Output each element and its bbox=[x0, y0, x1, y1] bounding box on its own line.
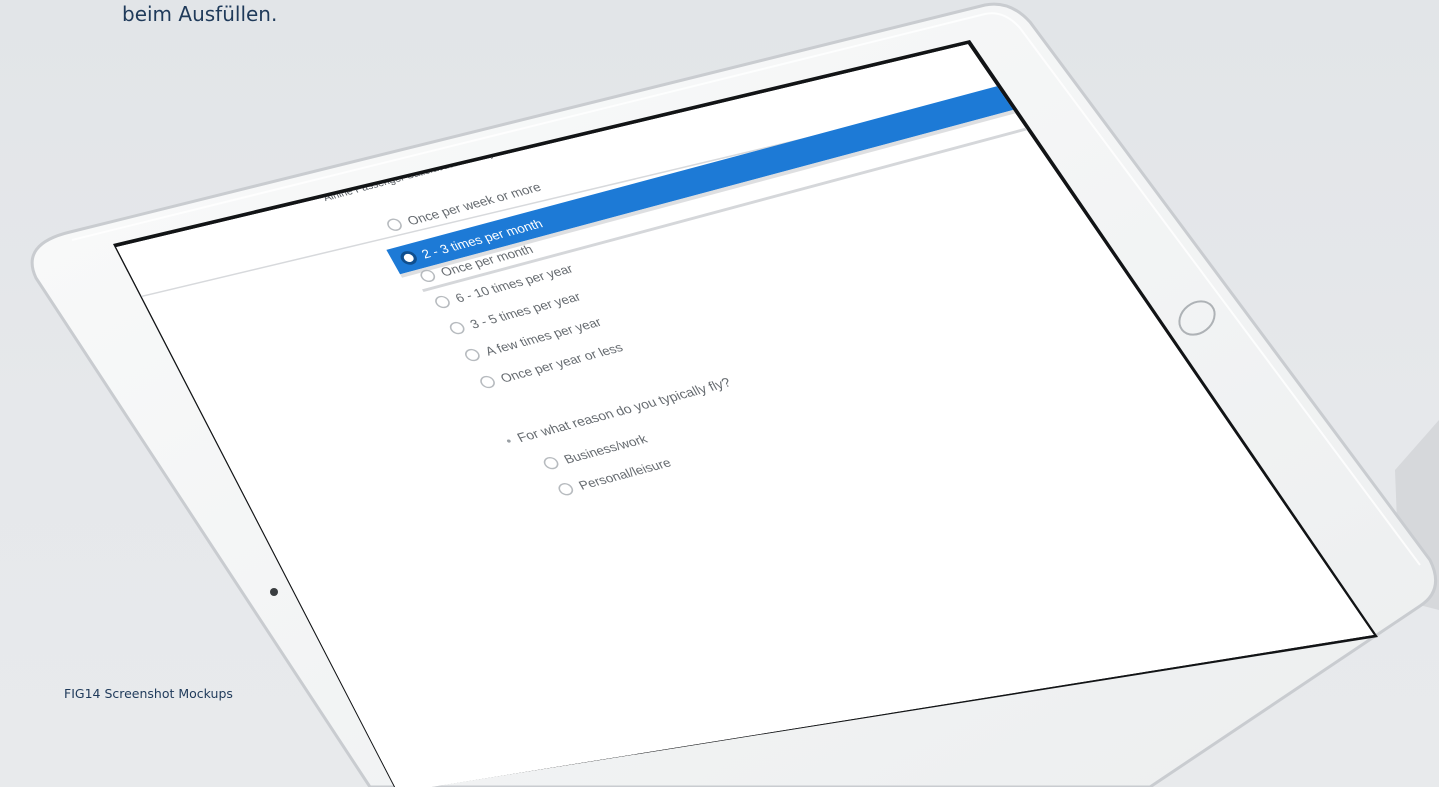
front-camera-icon bbox=[270, 588, 278, 596]
tablet-mockup-scene: Airline Passenger Satisfaction Survey Yo… bbox=[30, 2, 1439, 787]
